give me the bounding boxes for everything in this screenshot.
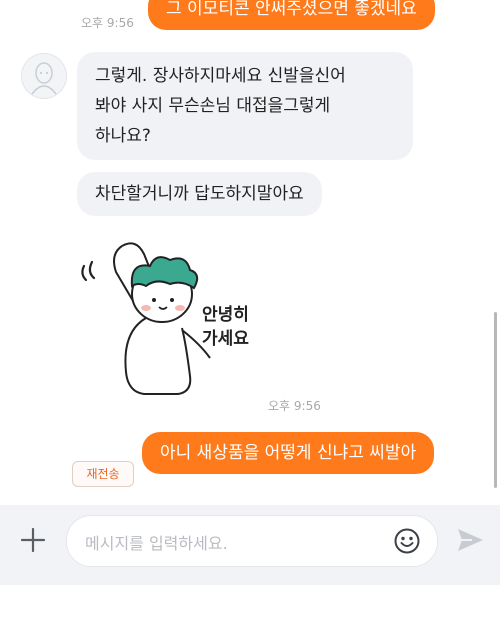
- resend-button[interactable]: 재전송: [72, 461, 134, 487]
- incoming-message-bubble[interactable]: 그렇게. 장사하지마세요 신발을신어 봐야 사지 무슨손님 대접을그렇게 하나요…: [77, 52, 413, 160]
- sticker-text-line: 가세요: [202, 329, 249, 349]
- message-line: 하나요?: [95, 126, 151, 146]
- chat-area: 그 이모티콘 안써주셨으면 좋겠네요 오후 9:56 그렇게. 장사하지마세요 …: [0, 0, 500, 505]
- message-composer: 메시지를 입력하세요.: [0, 505, 500, 585]
- outgoing-message-bubble[interactable]: 아니 새상품을 어떻게 신냐고 씨발아: [142, 432, 435, 474]
- smiley-icon[interactable]: [393, 527, 421, 555]
- message-input[interactable]: 메시지를 입력하세요.: [66, 515, 438, 567]
- message-text: 차단할거니까 답도하지말아요: [95, 184, 304, 204]
- message-timestamp: 오후 9:56: [268, 399, 321, 413]
- message-text: 아니 새상품을 어떻게 신냐고 씨발아: [160, 443, 417, 463]
- sticker-text-line: 안녕히: [202, 304, 249, 325]
- avatar[interactable]: [21, 53, 67, 99]
- message-text: 그 이모티콘 안써주셨으면 좋겠네요: [166, 0, 417, 19]
- message-line: 봐야 사지 무슨손님 대접을그렇게: [95, 96, 331, 116]
- message-line: 그렇게. 장사하지마세요 신발을신어: [95, 66, 346, 86]
- sticker-emoticon[interactable]: 안녕히 가세요: [70, 232, 270, 402]
- incoming-message-bubble[interactable]: 차단할거니까 답도하지말아요: [77, 172, 322, 216]
- keyboard-area: [0, 585, 500, 635]
- rabbit-sticker-icon: 안녕히 가세요: [81, 242, 249, 395]
- message-timestamp: 오후 9:56: [81, 16, 134, 30]
- send-icon[interactable]: [454, 524, 486, 556]
- scrollbar[interactable]: [494, 312, 497, 488]
- outgoing-message-bubble[interactable]: 그 이모티콘 안써주셨으면 좋겠네요: [148, 0, 435, 30]
- default-profile-icon: [22, 54, 66, 98]
- plus-icon[interactable]: [18, 525, 48, 555]
- message-input-placeholder: 메시지를 입력하세요.: [85, 534, 228, 553]
